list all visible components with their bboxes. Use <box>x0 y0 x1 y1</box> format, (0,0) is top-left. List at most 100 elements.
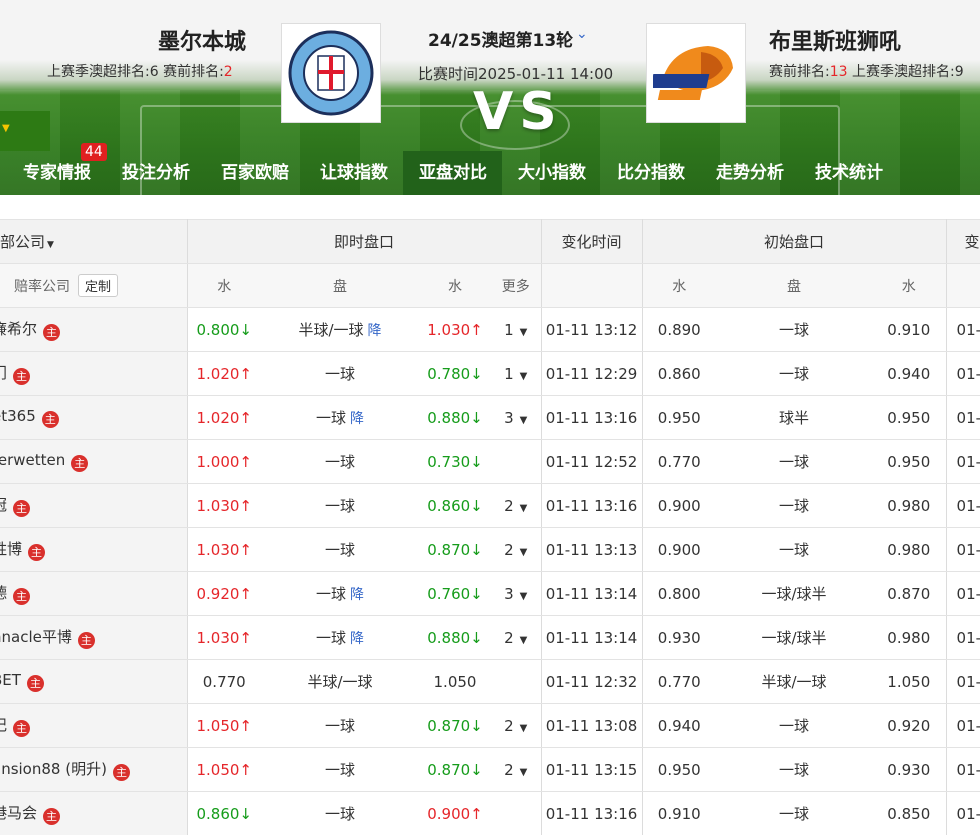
initial-handicap: 一球/球半 <box>716 571 873 616</box>
company-cell[interactable]: terwetten 主 <box>0 439 188 484</box>
more-cell[interactable]: 1 ▼ <box>491 307 542 352</box>
company-cell[interactable]: 港马会主 <box>0 791 188 835</box>
initial-handicap: 半球/一球 <box>716 659 873 704</box>
live-handicap-cell: 一球降 <box>261 615 419 660</box>
company-name[interactable]: ansion88 (明升) <box>0 760 107 778</box>
chevron-down-icon[interactable]: ⌄ <box>576 26 588 42</box>
company-subheader: 赔率公司 定制 <box>0 263 188 308</box>
change-time-2: 01- <box>946 659 980 704</box>
live-home-water: 1.020↑ <box>187 395 261 440</box>
company-name[interactable]: nnacle平博 <box>0 628 72 646</box>
more-cell[interactable]: 2 ▼ <box>491 527 542 572</box>
more-header: 更多 <box>491 263 542 308</box>
tab-5[interactable]: 大小指数 <box>502 151 601 195</box>
tab-8[interactable]: 技术统计 <box>799 151 898 195</box>
match-time: 比赛时间2025-01-11 14:00 <box>418 65 614 83</box>
more-count: 2 <box>504 496 514 515</box>
customize-button[interactable]: 定制 <box>78 274 119 297</box>
more-cell[interactable]: 2 ▼ <box>491 703 542 748</box>
side-menu-toggle[interactable]: ▼ <box>0 111 50 151</box>
more-dropdown[interactable]: 3 ▼ <box>504 585 527 603</box>
initial-odds-header: 初始盘口 <box>642 219 947 264</box>
more-dropdown[interactable]: 2 ▼ <box>504 761 527 779</box>
company-name[interactable]: BET <box>0 671 21 689</box>
company-cell[interactable]: 门主 <box>0 351 188 396</box>
tab-2[interactable]: 百家欧赔 <box>205 151 304 195</box>
caret-down-icon: ▼ <box>519 766 528 778</box>
more-dropdown[interactable]: 2 ▼ <box>504 497 527 515</box>
more-dropdown[interactable]: 2 ▼ <box>504 541 527 559</box>
company-name[interactable]: et365 <box>0 407 36 425</box>
company-cell[interactable]: et365 主 <box>0 395 188 440</box>
melbourne-city-crest-icon <box>288 30 374 116</box>
caret-down-icon: ▼ <box>2 123 10 134</box>
more-dropdown[interactable]: 2 ▼ <box>504 629 527 647</box>
more-cell[interactable]: 3 ▼ <box>491 571 542 616</box>
more-dropdown[interactable]: 1 ▼ <box>504 321 527 339</box>
tab-label: 让球指数 <box>320 163 388 183</box>
host-badge-icon: 主 <box>43 808 61 825</box>
company-filter-label: 部公司 <box>0 233 46 251</box>
change-time-2: 01- <box>946 351 980 396</box>
initial-away-water: 0.930 <box>872 747 947 792</box>
company-cell[interactable]: 德主 <box>0 571 188 616</box>
away-rank-label: 赛前排名: <box>769 64 830 80</box>
more-dropdown[interactable]: 3 ▼ <box>504 409 527 427</box>
initial-home-water: 0.860 <box>642 351 717 396</box>
tab-4[interactable]: 亚盘对比 <box>403 151 502 195</box>
company-cell[interactable]: BET 主 <box>0 659 188 704</box>
live-away-water: 0.870↓ <box>419 527 491 572</box>
away-team-name[interactable]: 布里斯班狮吼 <box>769 24 901 56</box>
live-handicap-cell: 一球 <box>261 703 419 748</box>
company-name[interactable]: 德 <box>0 584 7 602</box>
home-team-name[interactable]: 墨尔本城 <box>158 24 246 56</box>
company-cell[interactable]: 廉希尔主 <box>0 307 188 352</box>
live-away-water: 0.870↓ <box>419 703 491 748</box>
away-team-logo[interactable] <box>646 23 746 123</box>
live-away-water: 0.870↓ <box>419 747 491 792</box>
more-cell[interactable]: 1 ▼ <box>491 351 542 396</box>
initial-away-water: 0.950 <box>872 395 947 440</box>
live-away-water: 0.860↓ <box>419 483 491 528</box>
company-name[interactable]: 记 <box>0 716 7 734</box>
company-cell[interactable]: nnacle平博主 <box>0 615 188 660</box>
company-name[interactable]: 冠 <box>0 496 7 514</box>
initial-home-water: 0.900 <box>642 527 717 572</box>
more-count: 1 <box>504 320 514 339</box>
tab-6[interactable]: 比分指数 <box>601 151 700 195</box>
initial-handicap: 一球/球半 <box>716 615 873 660</box>
company-cell[interactable]: 记主 <box>0 703 188 748</box>
initial-home-water-header: 水 <box>642 263 717 308</box>
company-name[interactable]: 廉希尔 <box>0 320 37 338</box>
live-handicap-cell: 半球/一球降 <box>261 307 419 352</box>
home-team-logo[interactable] <box>281 23 381 123</box>
tab-0[interactable]: 专家情报 44 <box>0 143 107 195</box>
live-home-water: 1.030↑ <box>187 483 261 528</box>
more-cell[interactable]: 2 ▼ <box>491 483 542 528</box>
more-cell[interactable]: 3 ▼ <box>491 395 542 440</box>
host-badge-icon: 主 <box>112 764 130 781</box>
handicap-drop-tag: 降 <box>350 631 364 647</box>
caret-down-icon: ▼ <box>47 240 54 250</box>
more-dropdown[interactable]: 2 ▼ <box>504 717 527 735</box>
tab-label: 亚盘对比 <box>419 163 487 183</box>
company-filter[interactable]: 部公司 ▼ <box>0 219 188 264</box>
more-dropdown[interactable]: 1 ▼ <box>504 365 527 383</box>
tab-1[interactable]: 投注分析 <box>106 151 205 195</box>
initial-home-water: 0.950 <box>642 395 717 440</box>
more-cell[interactable]: 2 ▼ <box>491 615 542 660</box>
company-name[interactable]: terwetten <box>0 451 65 469</box>
match-round[interactable]: 24/25澳超第13轮 <box>428 26 573 51</box>
tab-3[interactable]: 让球指数 <box>304 151 403 195</box>
company-name[interactable]: 门 <box>0 364 7 382</box>
more-count: 3 <box>504 408 514 427</box>
company-name[interactable]: 胜博 <box>0 540 22 558</box>
tab-7[interactable]: 走势分析 <box>700 151 799 195</box>
company-cell[interactable]: ansion88 (明升) 主 <box>0 747 188 792</box>
more-cell <box>491 659 542 704</box>
more-cell[interactable]: 2 ▼ <box>491 747 542 792</box>
company-cell[interactable]: 胜博主 <box>0 527 188 572</box>
company-cell[interactable]: 冠主 <box>0 483 188 528</box>
more-count: 2 <box>504 716 514 735</box>
company-name[interactable]: 港马会 <box>0 804 37 822</box>
